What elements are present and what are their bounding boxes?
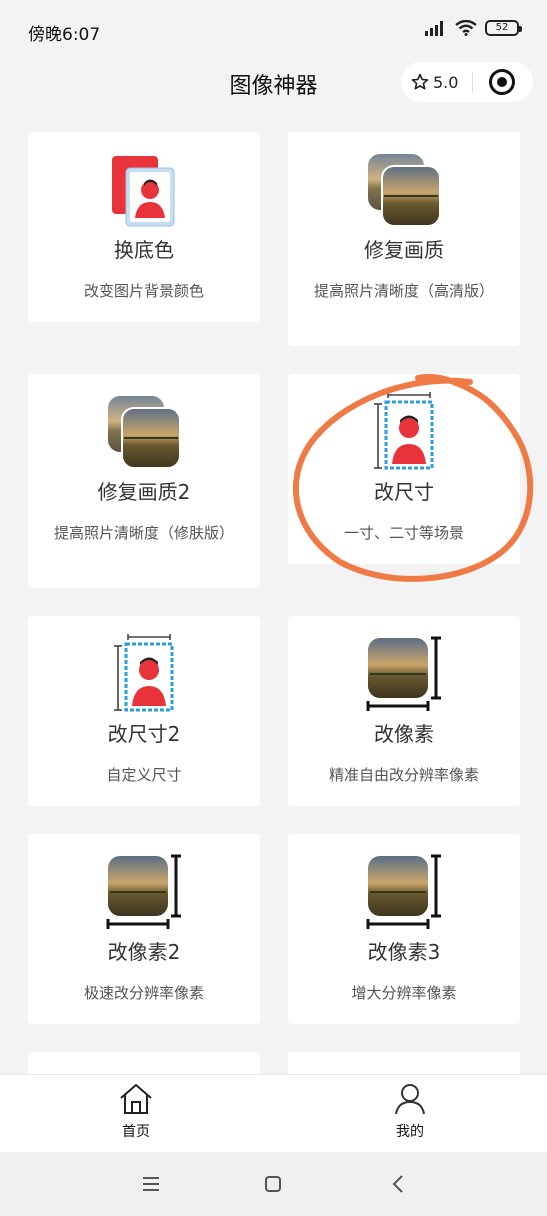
feature-card-change-pixels[interactable]: 改像素 精准自由改分辨率像素 — [288, 616, 520, 806]
card-description: 改变图片背景颜色 — [83, 282, 204, 300]
target-dot-icon — [497, 77, 508, 87]
battery-indicator: 52 — [485, 20, 522, 36]
user-icon — [395, 1084, 425, 1115]
feature-card-restore-quality-2[interactable]: 修复画质2 提高照片清晰度（修肤版） — [28, 374, 260, 588]
card-description: 增大分辨率像素 — [351, 984, 457, 1002]
home-square-icon[interactable] — [258, 1172, 288, 1196]
wifi-icon — [455, 20, 477, 36]
feature-card-change-pixels-3[interactable]: 改像素3 增大分辨率像素 — [288, 834, 520, 1024]
bottom-tab-bar: 首页 我的 — [0, 1074, 547, 1152]
card-description: 自定义尺寸 — [106, 766, 182, 784]
status-icons: 52 — [423, 20, 522, 36]
system-navigation-bar — [0, 1152, 547, 1216]
signal-icon — [425, 21, 443, 36]
menu-icon[interactable] — [136, 1172, 166, 1196]
pixel-resize-icon — [366, 854, 441, 929]
card-description: 极速改分辨率像素 — [83, 984, 204, 1002]
feature-card-partial[interactable] — [288, 1052, 520, 1074]
card-description: 提高照片清晰度（修肤版） — [53, 524, 234, 542]
card-title: 修复画质2 — [97, 480, 191, 504]
feature-card-partial[interactable] — [28, 1052, 260, 1074]
capsule-divider — [472, 72, 474, 92]
tab-home-label: 首页 — [122, 1124, 150, 1140]
back-icon[interactable] — [384, 1172, 414, 1196]
card-description: 提高照片清晰度（高清版） — [313, 282, 494, 300]
card-title: 改尺寸2 — [107, 722, 181, 746]
pixel-resize-icon — [106, 854, 181, 929]
id-photo-resize-icon — [374, 392, 434, 470]
landscape-photo-stack-icon — [108, 396, 181, 469]
pixel-resize-icon — [366, 636, 441, 711]
star-icon — [411, 73, 429, 90]
card-description: 精准自由改分辨率像素 — [328, 766, 479, 784]
card-title: 改尺寸 — [374, 480, 434, 504]
card-title: 换底色 — [114, 238, 174, 262]
close-mini-program-button[interactable] — [489, 69, 516, 95]
tab-home[interactable]: 首页 — [86, 1083, 186, 1141]
rating-button[interactable]: 5.0 — [401, 73, 458, 92]
card-title: 修复画质 — [364, 238, 444, 262]
feature-card-restore-quality[interactable]: 修复画质 提高照片清晰度（高清版） — [288, 132, 520, 346]
title-bar: 图像神器 5.0 — [0, 60, 547, 104]
mini-program-capsule: 5.0 — [401, 62, 533, 102]
change-background-icon — [112, 156, 175, 227]
status-bar: 傍晚6:07 52 — [0, 0, 547, 64]
home-icon — [120, 1084, 152, 1114]
feature-card-change-pixels-2[interactable]: 改像素2 极速改分辨率像素 — [28, 834, 260, 1024]
card-title: 改像素3 — [367, 940, 441, 964]
feature-card-change-background[interactable]: 换底色 改变图片背景颜色 — [28, 132, 260, 322]
landscape-photo-stack-icon — [368, 154, 441, 227]
id-photo-resize-icon — [114, 634, 174, 712]
card-title: 改像素2 — [107, 940, 181, 964]
tab-mine[interactable]: 我的 — [360, 1083, 460, 1141]
card-description: 一寸、二寸等场景 — [343, 524, 464, 542]
status-time: 傍晚6:07 — [28, 25, 101, 45]
tab-mine-label: 我的 — [396, 1124, 424, 1140]
rating-value: 5.0 — [433, 72, 459, 92]
feature-card-resize[interactable]: 改尺寸 一寸、二寸等场景 — [288, 374, 520, 564]
card-title: 改像素 — [374, 722, 434, 746]
feature-card-resize-2[interactable]: 改尺寸2 自定义尺寸 — [28, 616, 260, 806]
